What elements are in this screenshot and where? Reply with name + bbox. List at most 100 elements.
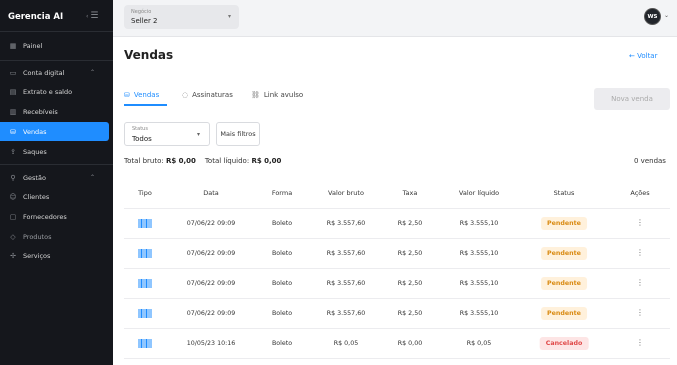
cell-date: 07/06/22 09:09 [186,220,236,227]
supplier-icon: ▢ [9,212,17,221]
status-badge: Cancelado [539,337,589,350]
cell-date: 07/06/22 09:09 [186,250,236,257]
column-header-valor-bruto: Valor bruto [328,189,364,197]
cell-fee: R$ 2,50 [397,220,423,227]
more-actions-icon[interactable]: ⋮ [636,309,644,317]
column-header-acoes: Ações [630,189,650,197]
more-actions-icon[interactable]: ⋮ [636,219,644,227]
link-icon: ⛓ [251,91,260,99]
sidebar-item-label: Produtos [23,232,52,241]
sidebar-item-extrato[interactable]: ▤ Extrato e saldo [0,82,109,101]
back-link[interactable]: ← Voltar [629,52,657,60]
management-icon: ⚲ [10,173,16,182]
hamburger-icon: ☰ [90,11,99,21]
page-title: Vendas [124,48,174,62]
net-total-label: Total líquido: [204,157,250,165]
tab-label: Vendas [133,91,160,99]
status-badge: Pendente [541,307,587,320]
chevron-down-icon: ▾ [227,13,231,20]
sales-bag-icon: ⛁ [124,91,130,99]
chevron-up-icon: ⌃ [89,174,95,181]
barcode-icon [138,249,152,258]
withdraw-icon: ⇪ [10,147,16,156]
table-divider [124,238,670,239]
column-header-forma: Forma [271,189,293,197]
sidebar-item-recebiveis[interactable]: ▥ Recebíveis [0,102,109,121]
sidebar-item-servicos[interactable]: ✢ Serviços [0,246,109,265]
column-header-tipo: Tipo [138,189,152,197]
sidebar-item-vendas[interactable]: ⛁ Vendas [0,122,109,141]
chevron-down-icon: ▾ [196,131,200,138]
status-badge: Pendente [541,277,587,290]
sidebar-item-label: Vendas [23,127,47,136]
new-sale-button[interactable]: Nova venda [594,88,670,110]
tab-label: Link avulso [263,91,304,99]
sidebar-item-label: Recebíveis [23,107,58,116]
cell-method: Boleto [271,220,293,227]
cell-method: Boleto [271,280,293,287]
cell-net: R$ 3.555,10 [459,280,499,287]
sales-count: 0 vendas [634,157,666,165]
sidebar-item-label: Conta digital [23,68,65,77]
more-filters-button[interactable]: Mais filtros [216,122,260,146]
tab-link-avulso[interactable]: ⛓ Link avulso [251,91,303,99]
column-header-taxa: Taxa [402,189,418,197]
statement-icon: ▤ [9,87,17,96]
tab-vendas[interactable]: ⛁ Vendas [124,91,159,99]
sidebar-item-label: Extrato e saldo [23,87,73,96]
column-header-status: Status [553,189,575,197]
sidebar-section-gestao[interactable]: ⚲ Gestão ⌃ [0,168,109,187]
gross-total-label: Total bruto: [124,157,164,165]
cell-fee: R$ 2,50 [397,280,423,287]
user-icon: ☺ [9,192,17,201]
sidebar-item-clientes[interactable]: ☺ Clientes [0,187,109,206]
back-link-label: Voltar [637,52,658,60]
status-filter-value: Todos [132,135,152,143]
subscription-icon: ◌ [182,91,189,99]
sidebar-collapse-toggle[interactable]: ‹ ☰ [86,11,98,21]
cell-net: R$ 3.555,10 [459,250,499,257]
chevron-left-icon: ‹ [86,13,89,20]
tag-icon: ◇ [10,232,16,241]
status-filter-label: Status [132,126,148,132]
more-actions-icon[interactable]: ⋮ [636,249,644,257]
cell-gross: R$ 3.557,60 [326,310,366,317]
sidebar-item-saques[interactable]: ⇪ Saques [0,142,109,161]
sidebar-section-conta-digital[interactable]: ▭ Conta digital ⌃ [0,63,109,82]
business-select[interactable]: Negócio Seller 2 ▾ [124,5,239,29]
cell-gross: R$ 3.557,60 [326,250,366,257]
barcode-icon [138,309,152,318]
sidebar-item-label: Painel [23,41,43,50]
sidebar-item-fornecedores[interactable]: ▢ Fornecedores [0,207,109,226]
cell-fee: R$ 0,00 [397,340,423,347]
avatar[interactable]: WS [644,8,661,25]
more-actions-icon[interactable]: ⋮ [636,339,644,347]
sidebar-item-produtos[interactable]: ◇ Produtos [0,227,109,246]
sidebar-item-label: Serviços [23,251,51,260]
status-badge: Pendente [541,217,587,230]
sidebar-divider [0,60,113,61]
dashboard-icon: ▦ [9,41,17,50]
top-bar: Negócio Seller 2 ▾ WS ⌄ [113,0,677,37]
column-header-valor-liquido: Valor líquido [458,189,500,197]
cell-net: R$ 3.555,10 [459,220,499,227]
cell-date: 10/05/23 10:16 [186,340,236,347]
totals-summary: Total bruto: R$ 0,00 Total líquido: R$ 0… [124,157,281,165]
sidebar: Gerencia AI ‹ ☰ ▦ Painel ▭ Conta digital … [0,0,113,365]
sidebar-item-painel[interactable]: ▦ Painel [0,36,109,55]
cell-fee: R$ 2,50 [397,250,423,257]
table-divider [124,268,670,269]
barcode-icon [138,339,152,348]
cell-method: Boleto [271,310,293,317]
more-actions-icon[interactable]: ⋮ [636,279,644,287]
tab-label: Assinaturas [192,91,233,99]
barcode-icon [138,219,152,228]
cell-gross: R$ 3.557,60 [326,280,366,287]
cell-method: Boleto [271,340,293,347]
chevron-down-icon[interactable]: ⌄ [664,12,669,19]
tab-assinaturas[interactable]: ◌ Assinaturas [182,91,233,99]
sidebar-item-label: Saques [23,147,47,156]
status-filter-select[interactable]: Status Todos ▾ [124,122,210,146]
brand-name: Gerencia AI [8,12,64,22]
sidebar-item-label: Gestão [23,173,46,182]
